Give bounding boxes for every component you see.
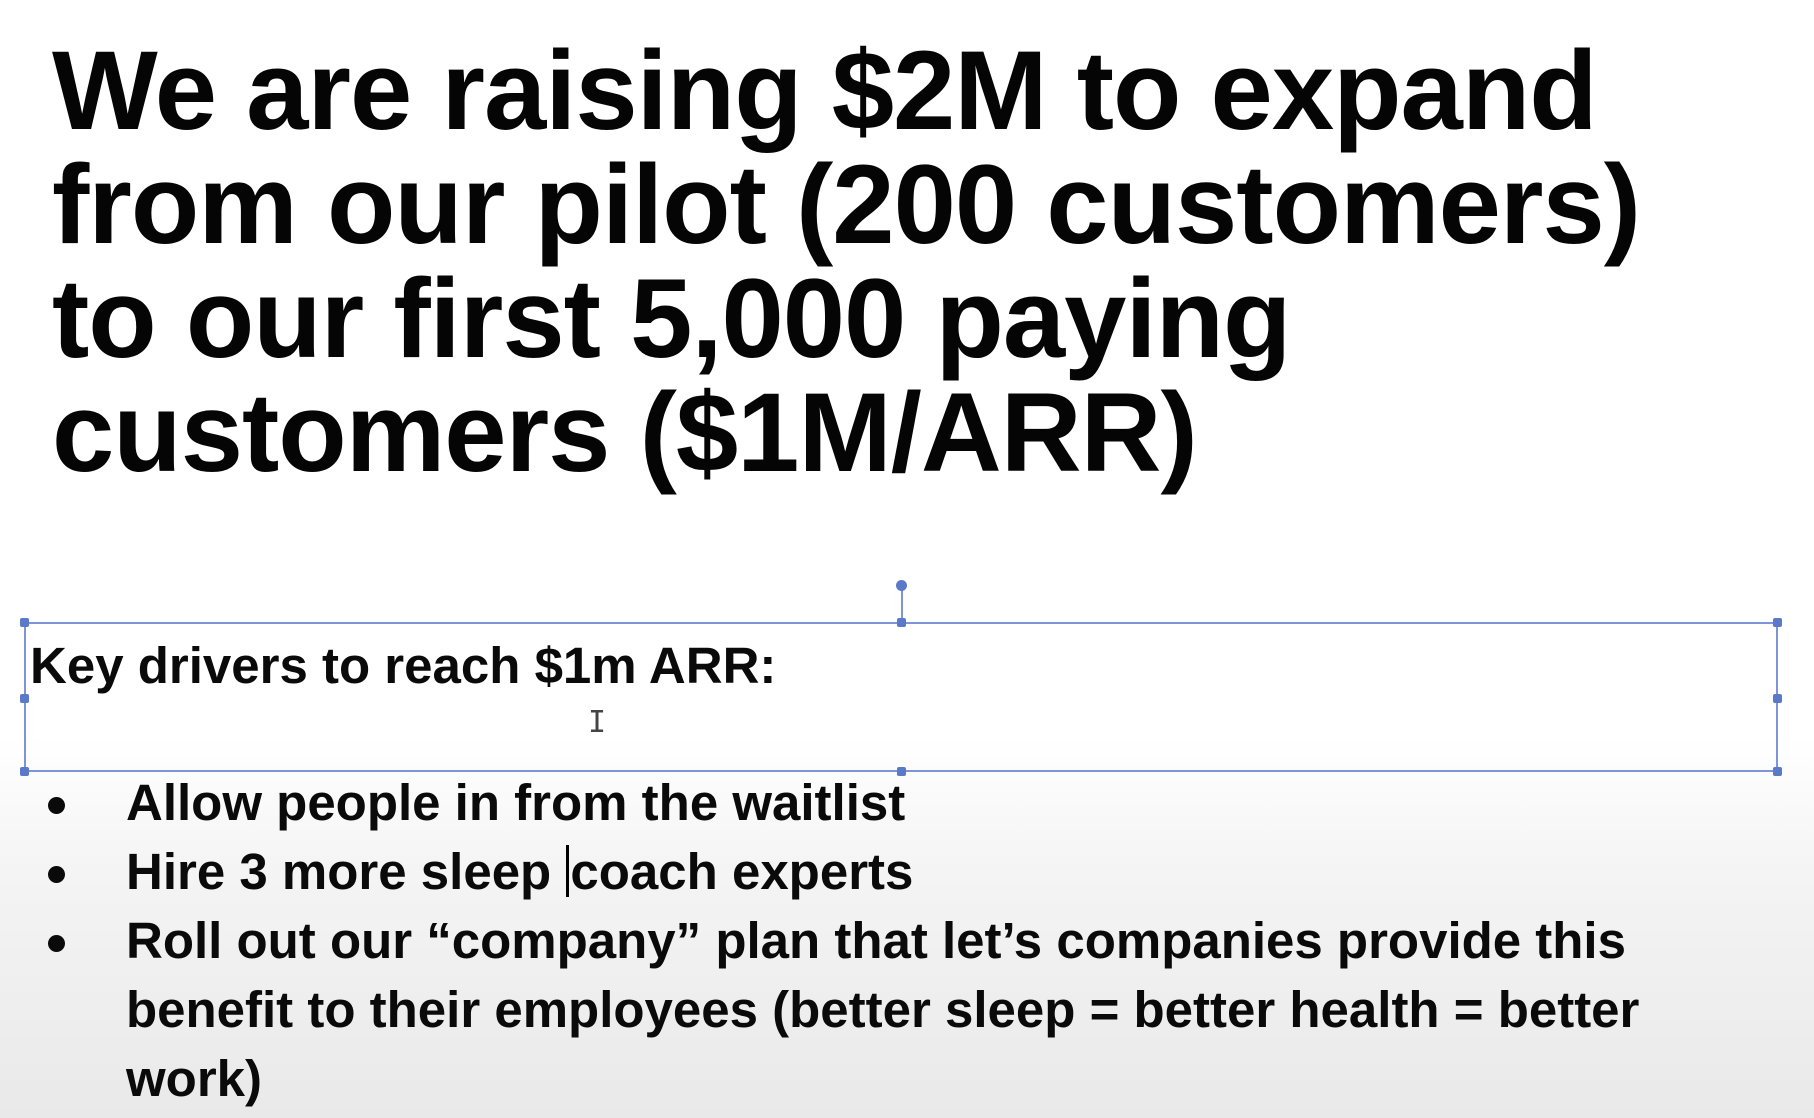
headline-line-2: from our pilot (200 customers) bbox=[52, 142, 1641, 267]
bullet-icon bbox=[48, 866, 65, 883]
textbox-label: Key drivers to reach $1m ARR: bbox=[30, 637, 777, 694]
ibeam-cursor-icon: I bbox=[588, 705, 607, 740]
selected-text-box[interactable]: Key drivers to reach $1m ARR: bbox=[20, 618, 1782, 776]
text-caret-icon bbox=[566, 845, 570, 897]
presentation-slide[interactable]: We are raising $2M to expand from our pi… bbox=[0, 0, 1814, 1118]
headline-line-1: We are raising $2M to expand bbox=[52, 28, 1598, 153]
resize-handle-middle-left[interactable] bbox=[20, 694, 29, 703]
list-item-text: Allow people in from the waitlist bbox=[126, 774, 906, 831]
headline-line-3: to our first 5,000 paying bbox=[52, 256, 1291, 381]
resize-handle-top-left[interactable] bbox=[20, 618, 29, 627]
resize-handle-top-center[interactable] bbox=[897, 618, 906, 627]
resize-handle-middle-right[interactable] bbox=[1773, 694, 1782, 703]
list-item[interactable]: Hire 3 more sleep coach experts bbox=[0, 837, 1776, 906]
resize-handle-top-right[interactable] bbox=[1773, 618, 1782, 627]
key-drivers-list[interactable]: Allow people in from the waitlist Hire 3… bbox=[0, 768, 1814, 1113]
list-item-text-after-caret: coach experts bbox=[570, 843, 914, 900]
list-item[interactable]: Allow people in from the waitlist bbox=[0, 768, 1776, 837]
bullet-icon bbox=[48, 797, 65, 814]
rotation-handle-stem bbox=[901, 586, 903, 622]
headline-line-4: customers ($1M/ARR) bbox=[52, 370, 1198, 495]
list-item-text-before-caret: Hire 3 more sleep bbox=[126, 843, 566, 900]
slide-headline[interactable]: We are raising $2M to expand from our pi… bbox=[52, 34, 1792, 490]
list-item-text: Roll out our “company” plan that let’s c… bbox=[126, 912, 1640, 1107]
rotation-handle[interactable] bbox=[896, 580, 907, 591]
list-item[interactable]: Roll out our “company” plan that let’s c… bbox=[0, 906, 1776, 1113]
bullet-icon bbox=[48, 935, 65, 952]
